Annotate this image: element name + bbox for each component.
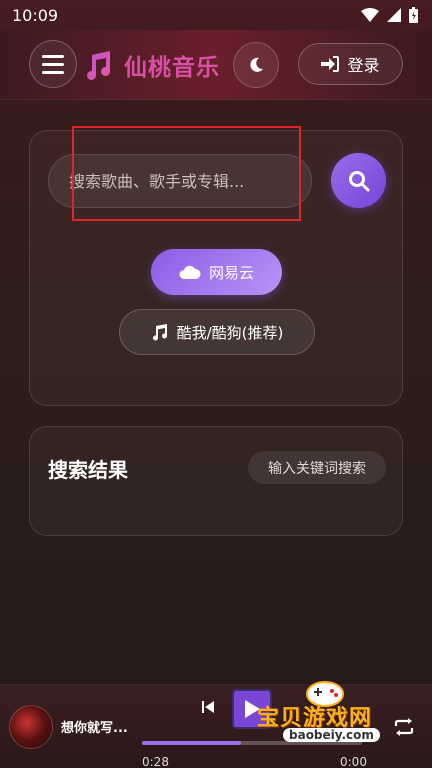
menu-icon-bar — [42, 70, 64, 74]
theme-toggle-button[interactable] — [233, 42, 279, 88]
source-netease-label: 网易云 — [208, 263, 254, 282]
status-icons — [361, 7, 418, 23]
source-netease-button[interactable]: 网易云 — [151, 249, 282, 295]
menu-icon — [42, 54, 64, 58]
player-bar: 想你就写... 0:28 0:00 — [0, 684, 432, 768]
repeat-icon — [394, 718, 414, 736]
repeat-button[interactable] — [392, 715, 416, 739]
source-kuwo-label: 酷我/酷狗(推荐) — [176, 323, 284, 342]
status-time: 10:09 — [12, 5, 59, 25]
cloud-icon — [179, 265, 201, 279]
play-icon — [245, 700, 260, 718]
album-art[interactable] — [9, 705, 53, 749]
login-icon — [321, 56, 340, 72]
music-note-icon — [87, 51, 111, 80]
app-title: 仙桃音乐 — [124, 55, 220, 81]
moon-icon — [250, 57, 263, 72]
search-card: 网易云 酷我/酷狗(推荐) — [29, 130, 403, 406]
previous-button[interactable] — [198, 697, 218, 717]
source-kuwo-button[interactable]: 酷我/酷狗(推荐) — [119, 309, 315, 355]
progress-fill — [142, 741, 241, 745]
wifi-icon — [361, 8, 379, 22]
total-time: 0:00 — [340, 755, 367, 768]
login-label: 登录 — [347, 56, 380, 75]
previous-icon — [202, 701, 214, 713]
app-logo: 仙桃音乐 — [82, 48, 220, 82]
results-title: 搜索结果 — [48, 458, 128, 482]
play-button[interactable] — [232, 689, 272, 729]
progress-bar[interactable] — [142, 741, 362, 745]
search-input[interactable] — [48, 154, 312, 208]
status-bar: 10:09 — [0, 0, 432, 30]
app-header: 仙桃音乐 登录 — [0, 30, 432, 100]
results-card: 搜索结果 输入关键词搜索 — [29, 426, 403, 536]
track-title: 想你就写... — [61, 721, 128, 736]
signal-icon — [387, 8, 401, 22]
search-icon — [348, 170, 369, 191]
current-time: 0:28 — [142, 755, 169, 768]
menu-button[interactable] — [29, 40, 77, 88]
music-note-icon — [152, 324, 167, 341]
search-button[interactable] — [331, 153, 386, 208]
battery-icon — [409, 7, 418, 23]
results-hint-badge: 输入关键词搜索 — [248, 451, 386, 484]
menu-icon-bar — [42, 62, 64, 66]
login-button[interactable]: 登录 — [298, 43, 403, 85]
